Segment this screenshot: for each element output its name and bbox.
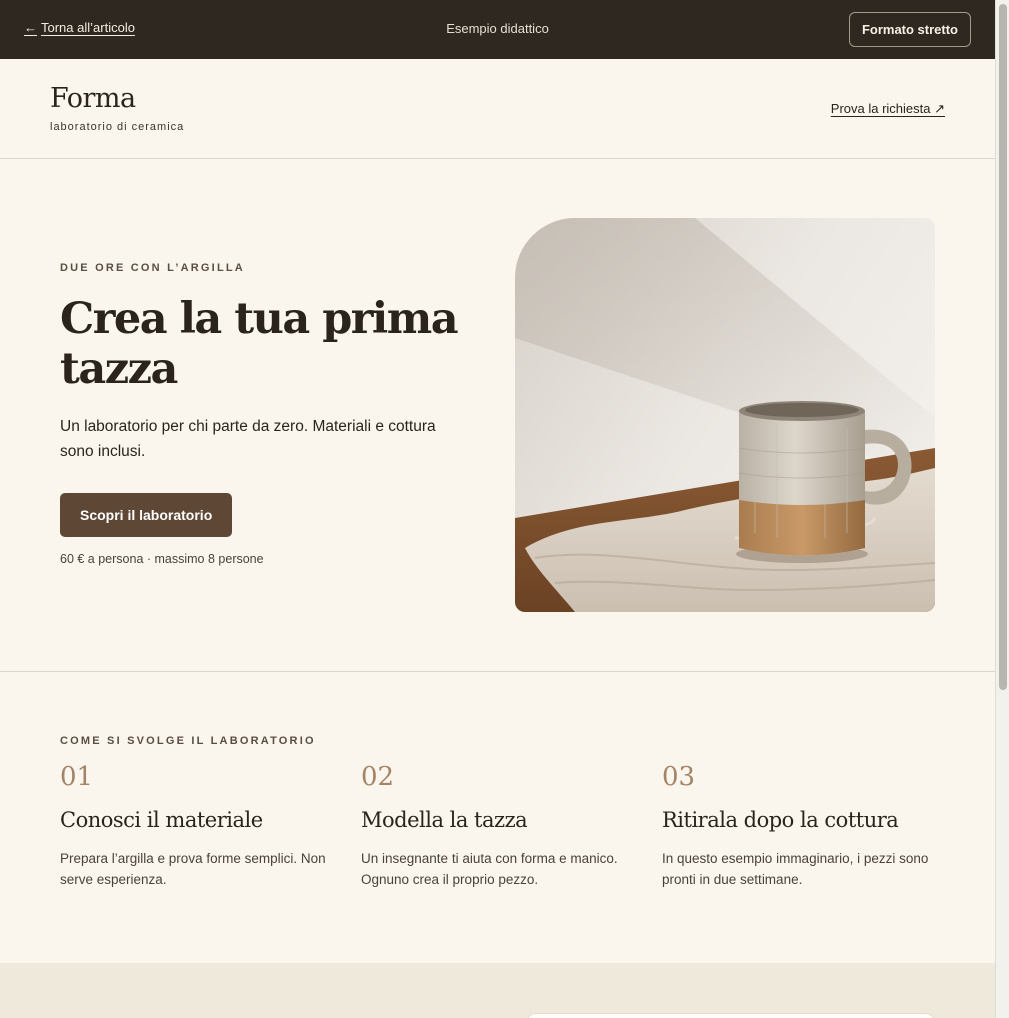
step-title: Conosci il materiale <box>60 808 263 832</box>
step-number: 02 <box>361 762 395 792</box>
demo-label: Esempio didattico <box>446 21 549 36</box>
mug-illustration <box>515 218 935 612</box>
step-title: Modella la tazza <box>361 808 528 832</box>
step-card: 02 Modella la tazza Un insegnante ti aiu… <box>361 762 641 890</box>
narrow-format-button[interactable]: Formato stretto <box>848 12 971 47</box>
ceramic-mug-photo <box>515 218 935 612</box>
try-request-link[interactable]: Prova la richiesta ↗ <box>831 101 945 117</box>
logo-tagline: laboratorio di ceramica <box>50 121 185 133</box>
price-info: 60 € a persona · massimo 8 persone <box>60 552 264 566</box>
step-description: Un insegnante ti aiuta con forma e manic… <box>361 851 618 887</box>
logo[interactable]: Forma <box>50 83 136 114</box>
hero-section: DUE ORE CON L’ARGILLA Crea la tua prima … <box>0 159 995 672</box>
steps-section: COME SI SVOLGE IL LABORATORIO 01 Conosci… <box>0 672 995 963</box>
scrollbar[interactable] <box>995 0 1009 1018</box>
hero-description: Un laboratorio per chi parte da zero. Ma… <box>60 418 436 460</box>
step-description: In questo esempio immaginario, i pezzi s… <box>662 851 929 887</box>
site-header: Forma laboratorio di ceramica Prova la r… <box>0 59 995 159</box>
discover-workshop-button[interactable]: Scopri il laboratorio <box>60 493 233 537</box>
steps-eyebrow: COME SI SVOLGE IL LABORATORIO <box>60 735 316 747</box>
step-card: 03 Ritirala dopo la cottura In questo es… <box>662 762 942 890</box>
request-card <box>527 1013 934 1018</box>
hero-title: Crea la tua prima tazza <box>60 294 459 394</box>
hero-eyebrow: DUE ORE CON L’ARGILLA <box>60 262 245 274</box>
scrollbar-thumb[interactable] <box>999 4 1007 690</box>
step-number: 01 <box>60 762 94 792</box>
step-number: 03 <box>662 762 696 792</box>
step-description: Prepara l’argilla e prova forme semplici… <box>60 851 326 887</box>
step-card: 01 Conosci il materiale Prepara l’argill… <box>60 762 340 890</box>
top-bar: ← Torna all’articolo Esempio didattico F… <box>0 0 995 59</box>
next-section-band <box>0 963 995 1018</box>
step-title: Ritirala dopo la cottura <box>662 808 899 832</box>
